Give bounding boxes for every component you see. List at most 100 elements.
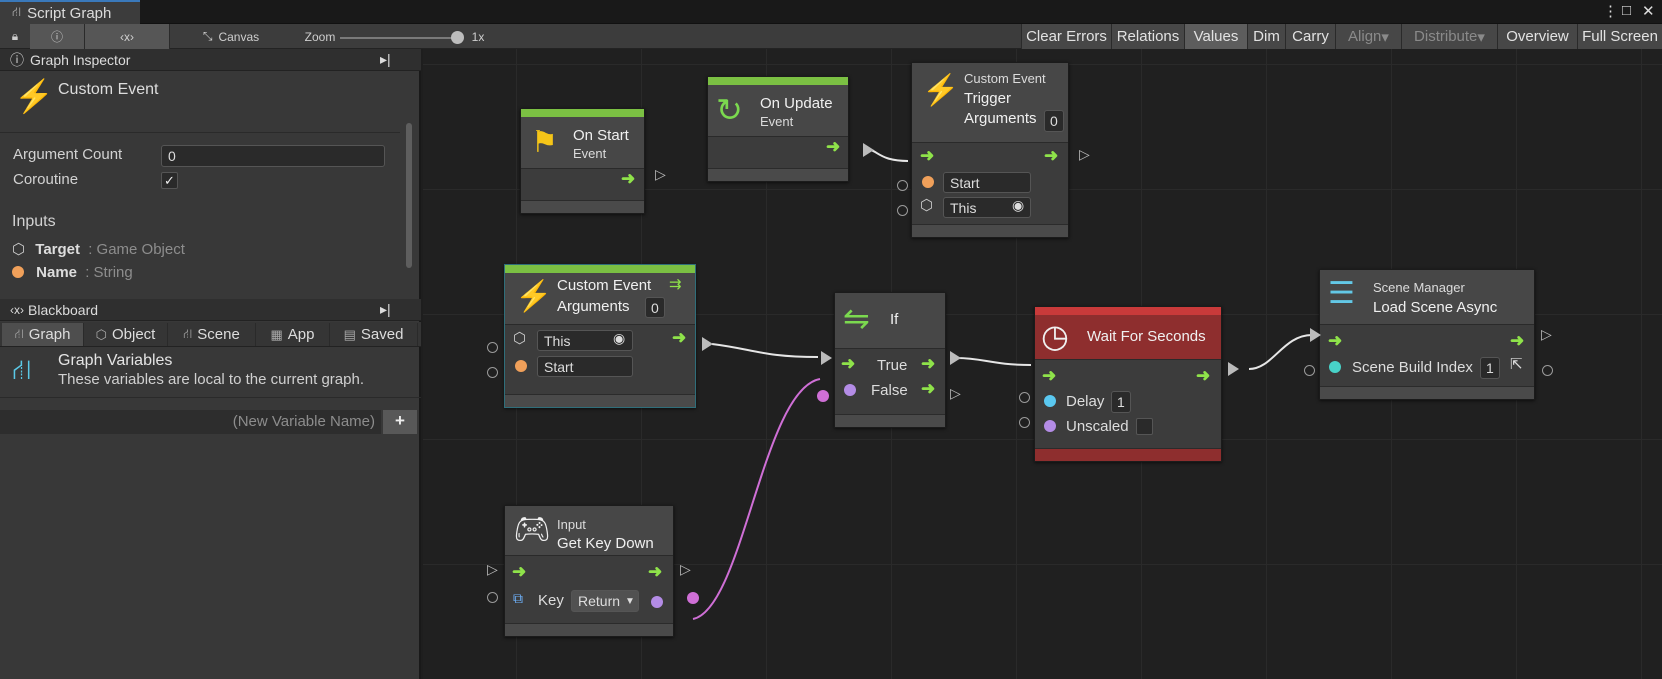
input-port[interactable] [897,180,908,191]
node-on-update[interactable]: ↻ On Update Event ➜ [707,76,849,182]
timer-icon: ◷ [1041,318,1069,354]
node-if[interactable]: ⇋ If ➜ True ➜ False ➜ [834,292,946,428]
input-port[interactable] [487,592,498,603]
flow-input-port[interactable] [821,351,832,365]
target-picker-icon[interactable]: ◉ [1012,197,1024,214]
blackboard-tab-saved[interactable]: ▤ Saved [330,323,418,346]
node-on-start[interactable]: ⚑ On Start Event ➜ [520,108,645,214]
maximize-icon[interactable]: □ [1622,2,1631,19]
more-menu-icon[interactable]: ⋮ [1603,2,1618,20]
flow-output-port[interactable]: ▷ [680,561,691,578]
flow-output-port[interactable]: ▷ [1079,146,1090,163]
info-icon: ⓘ [50,30,63,44]
canvas-button[interactable]: ⤡ Canvas [196,24,266,49]
scene-build-index-field[interactable]: 1 [1480,357,1500,379]
blackboard-tab-object[interactable]: ⬡ Object [84,323,168,346]
zoom-slider-track[interactable] [340,37,460,39]
output-port[interactable] [1542,365,1553,376]
relations-button[interactable]: Relations [1111,24,1184,49]
input-port[interactable] [1019,392,1030,403]
flow-output-port[interactable] [1228,362,1239,376]
inspector-scrollbar[interactable] [403,73,415,293]
variables-icon: ‹x› [120,29,134,44]
node-wait-for-seconds[interactable]: ◷ Wait For Seconds ➜ ➜ Delay 1 Unscaled [1034,306,1222,462]
input-port[interactable] [897,205,908,216]
custom-event-arguments-field[interactable]: 0 [645,297,665,318]
input-port[interactable] [1019,417,1030,428]
custom-event-name-field[interactable]: Start [537,356,633,377]
node-trigger-custom-event[interactable]: ⚡ Custom Event Trigger Arguments 0 ➜ ➜ S… [911,62,1069,238]
delay-field[interactable]: 1 [1111,391,1131,413]
full-screen-button[interactable]: Full Screen [1577,24,1662,49]
graph-canvas[interactable]: ⚑ On Start Event ➜ ▷ ↻ On Update Event ➜… [423,49,1662,679]
dock-icon[interactable]: ▸| [380,301,391,318]
node-get-key-down[interactable]: 🎮︎ Input Get Key Down ➜ ➜ ⧉ Key Return ▼ [504,505,674,637]
flow-output-port[interactable] [863,143,874,157]
string-port-icon [922,176,934,188]
graph-icon: ⛙ [14,325,24,341]
distribute-button[interactable]: Distribute ▾ [1401,24,1497,49]
input-port[interactable] [1304,365,1315,376]
gamepad-icon: 🎮︎ [513,513,552,546]
blackboard-tab-app[interactable]: ▦ App [256,323,330,346]
flow-output-port[interactable]: ▷ [950,385,961,402]
blackboard-tab-graph[interactable]: ⛙ Graph [2,323,84,346]
app-icon: ▦ [270,326,283,342]
flow-input-arrow: ➜ [920,146,935,165]
flow-input-port[interactable] [1310,328,1321,342]
bool-port-icon [1044,420,1056,432]
graph-variables-section: ⛙ Graph Variables These variables are lo… [0,348,421,398]
dock-icon[interactable]: ▸| [380,51,391,68]
input-port[interactable] [487,342,498,353]
cube-icon: ⬡ [513,330,527,347]
lightning-icon: ⚡ [14,78,54,114]
add-variable-button[interactable]: + [383,410,417,434]
node-custom-event[interactable]: ⚡ Custom Event Arguments 0 ⇉ ⬡ This ◉ ➜ … [504,264,696,408]
object-icon: ⬡ [95,326,107,342]
values-button[interactable]: Values [1184,24,1247,49]
tab-script-graph[interactable]: ⛙ Script Graph [0,0,140,24]
blackboard-tab-scene[interactable]: ⛙ Scene [168,323,256,346]
async-operation-icon: ⇱ [1510,356,1523,373]
flow-output-port[interactable]: ▷ [655,166,666,183]
trigger-name-field[interactable]: Start [943,172,1031,193]
target-picker-icon[interactable]: ◉ [613,330,625,347]
carry-button[interactable]: Carry [1285,24,1335,49]
key-dropdown[interactable]: Return ▼ [571,590,639,612]
chevron-down-icon: ▼ [625,595,635,607]
overview-button[interactable]: Overview [1497,24,1577,49]
argument-count-field[interactable]: 0 [161,145,385,167]
flow-input-port[interactable]: ▷ [487,561,498,578]
zoom-slider-handle[interactable] [451,31,464,44]
flow-output-port[interactable] [702,337,713,351]
flow-output-arrow: ➜ [921,354,936,373]
new-variable-input[interactable]: (New Variable Name) [0,410,381,434]
flow-input-arrow: ➜ [512,562,527,581]
node-load-scene-async[interactable]: ☰ Scene Manager Load Scene Async ➜ ➜ Sce… [1319,269,1535,400]
graph-inspector-header: ⓘ Graph Inspector ▸| [0,49,421,71]
close-icon[interactable]: ✕ [1642,2,1655,20]
chevron-down-icon: ▾ [1381,28,1389,46]
lock-icon: 🔒︎ [11,29,19,43]
blackboard-toggle-button[interactable]: ‹x› [85,24,170,49]
graph-variables-icon: ⛙ [12,354,32,385]
unscaled-checkbox[interactable] [1136,418,1153,435]
dim-button[interactable]: Dim [1247,24,1285,49]
blackboard-tabs: ⛙ Graph ⬡ Object ⛙ Scene ▦ App ▤ Saved [0,322,421,347]
bool-input-port[interactable] [817,390,829,402]
loop-icon: ↻ [716,92,743,128]
inspector-toggle-button[interactable]: ⓘ [30,24,85,49]
align-button[interactable]: Align ▾ [1335,24,1401,49]
flow-connection [1248,334,1313,370]
clear-errors-button[interactable]: Clear Errors [1021,24,1111,49]
bool-output-port[interactable] [687,592,699,604]
string-port-icon [515,360,527,372]
coroutine-checkbox[interactable]: ✓ [161,172,178,189]
flow-output-port[interactable] [950,351,961,365]
inputs-heading: Inputs [12,213,56,230]
canvas-icon: ⤡ [202,29,213,43]
flow-output-port[interactable]: ▷ [1541,326,1552,343]
lock-button[interactable]: 🔒︎ [0,24,30,49]
trigger-arguments-field[interactable]: 0 [1044,110,1064,132]
input-port[interactable] [487,367,498,378]
